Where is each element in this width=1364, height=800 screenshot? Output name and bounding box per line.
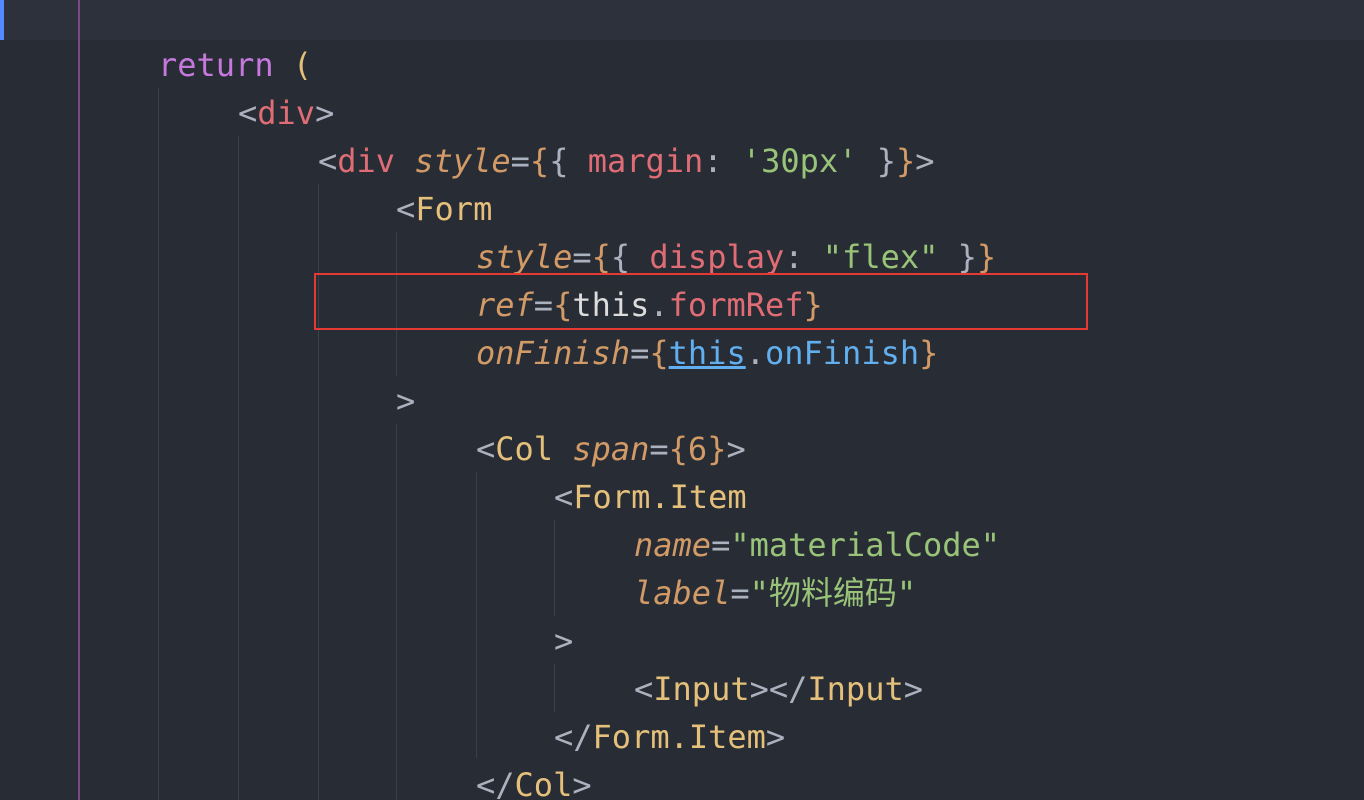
red-highlight-box — [314, 273, 1088, 330]
tag-bracket: ></ — [749, 670, 808, 708]
indent-guide — [476, 472, 477, 758]
onfinish-attribute: onFinish — [476, 334, 631, 372]
code-line[interactable]: label="物料编码" — [634, 569, 916, 617]
equals-sign: = — [572, 238, 592, 276]
style-attribute: style — [414, 142, 511, 180]
colon: : — [784, 238, 804, 276]
tag-bracket: </ — [476, 766, 515, 800]
div-tag: div — [337, 142, 396, 180]
tag-bracket: < — [554, 478, 574, 516]
brace: } — [976, 238, 997, 276]
tag-bracket: < — [238, 94, 258, 132]
code-line[interactable]: > — [554, 617, 573, 665]
tag-bracket: </ — [554, 718, 593, 756]
string-value: "物料编码" — [749, 574, 917, 612]
string-value: '30px' — [741, 142, 858, 180]
label-attribute: label — [634, 574, 731, 612]
col-component: Col — [514, 766, 573, 800]
number-value: 6 — [687, 430, 708, 468]
current-line-highlight — [0, 0, 1364, 40]
equals-sign: = — [649, 430, 669, 468]
form-component: Form — [415, 190, 493, 228]
code-line[interactable]: return ( — [158, 41, 312, 89]
input-component: Input — [653, 670, 750, 708]
tag-bracket: > — [915, 142, 935, 180]
brace: { — [549, 142, 569, 180]
code-line[interactable]: onFinish={this.onFinish} — [476, 329, 938, 377]
tag-bracket: < — [396, 190, 416, 228]
indent-guide — [554, 520, 555, 616]
equals-sign: = — [510, 142, 530, 180]
dot: . — [745, 334, 765, 372]
code-editor[interactable]: return ( <div> <div style={{ margin: '30… — [0, 0, 1364, 800]
cursor-line-marker — [0, 0, 4, 40]
code-line[interactable]: </Col> — [476, 761, 592, 800]
open-paren: ( — [292, 46, 313, 84]
brace: } — [919, 334, 939, 372]
indent-guide — [396, 424, 397, 800]
code-line[interactable]: </Form.Item> — [554, 713, 785, 761]
style-attribute: style — [476, 238, 573, 276]
equals-sign: = — [711, 526, 731, 564]
tag-bracket: > — [554, 622, 574, 660]
code-line[interactable]: > — [396, 377, 415, 425]
brace: } — [957, 238, 977, 276]
colon: : — [703, 142, 723, 180]
code-line[interactable]: <Input></Input> — [634, 665, 923, 713]
equals-sign: = — [730, 574, 750, 612]
equals-sign: = — [630, 334, 650, 372]
tag-bracket: > — [315, 94, 335, 132]
display-property: display — [649, 238, 785, 276]
indent-guide — [78, 0, 80, 800]
brace: } — [876, 142, 896, 180]
indent-guide — [554, 664, 555, 712]
tag-bracket: > — [765, 718, 786, 756]
code-line[interactable]: <div style={{ margin: '30px' }}> — [318, 137, 935, 185]
tag-bracket: > — [726, 430, 746, 468]
indent-guide — [238, 136, 239, 800]
string-value: "flex" — [822, 238, 939, 276]
tag-bracket: < — [476, 430, 496, 468]
tag-bracket: > — [572, 766, 592, 800]
form-item-component: Form.Item — [592, 718, 766, 756]
code-line[interactable]: <Col span={6}> — [476, 425, 746, 473]
indent-guide — [158, 88, 159, 800]
div-tag: div — [257, 94, 316, 132]
span-attribute: span — [572, 430, 650, 468]
string-value: "materialCode" — [730, 526, 1001, 564]
brace: { — [591, 238, 611, 276]
col-component: Col — [495, 430, 554, 468]
name-attribute: name — [634, 526, 712, 564]
margin-property: margin — [587, 142, 704, 180]
form-item-component: Form.Item — [573, 478, 747, 516]
code-line[interactable]: <div> — [238, 89, 334, 137]
code-line[interactable]: <Form.Item — [554, 473, 747, 521]
onfinish-method: onFinish — [764, 334, 920, 372]
tag-bracket: > — [396, 382, 416, 420]
tag-bracket: < — [318, 142, 338, 180]
code-line[interactable]: <Form — [396, 185, 492, 233]
brace: { — [649, 334, 669, 372]
tag-bracket: > — [903, 670, 923, 708]
brace: { — [529, 142, 550, 180]
brace: } — [895, 142, 916, 180]
brace: { — [610, 238, 631, 276]
brace: } — [707, 430, 727, 468]
tag-bracket: < — [634, 670, 654, 708]
return-keyword: return — [158, 46, 274, 84]
code-line[interactable]: name="materialCode" — [634, 521, 1000, 569]
this-keyword[interactable]: this — [669, 334, 746, 372]
brace: { — [668, 430, 688, 468]
input-component: Input — [807, 670, 904, 708]
